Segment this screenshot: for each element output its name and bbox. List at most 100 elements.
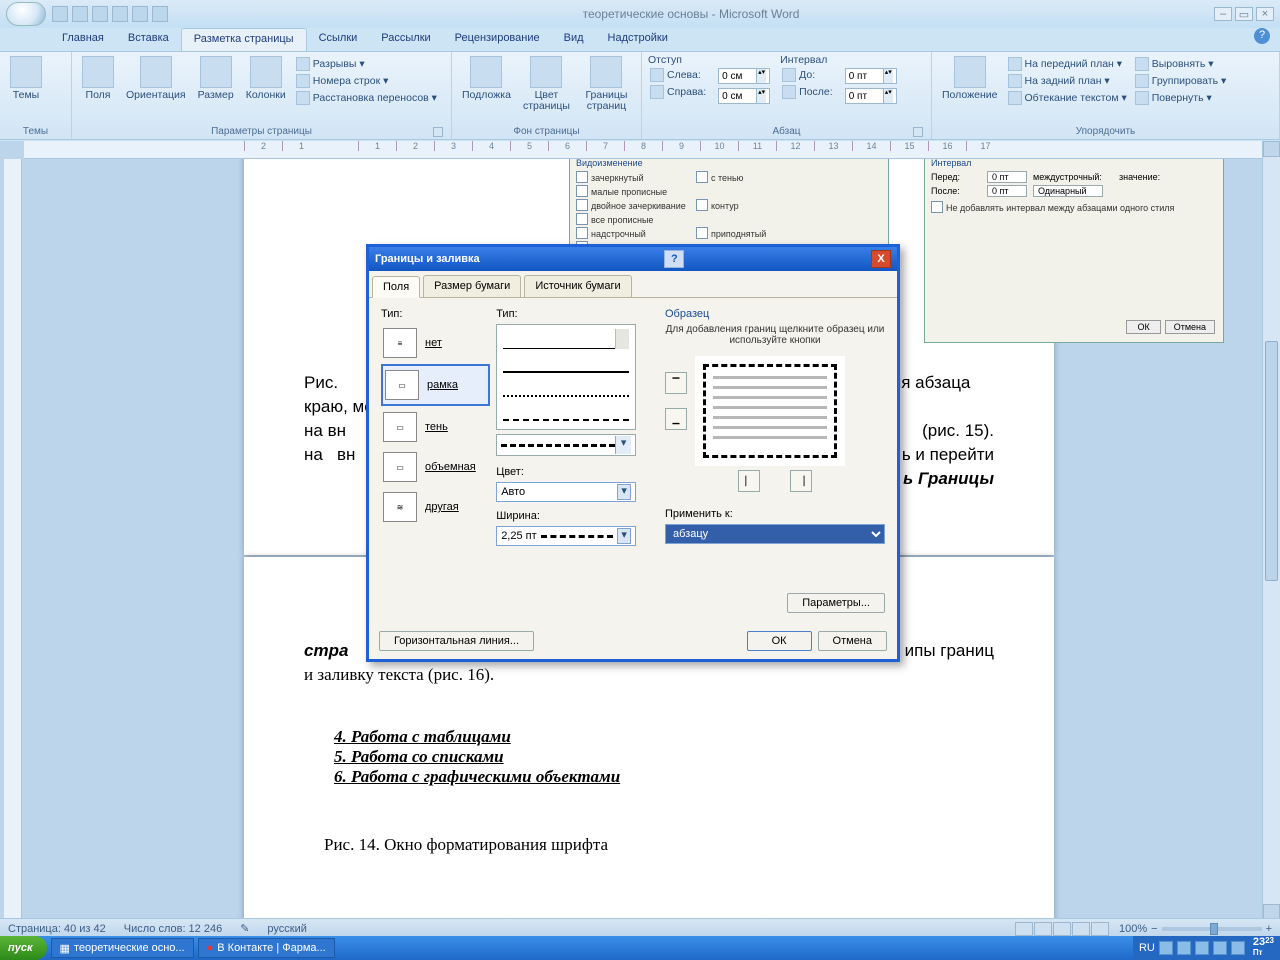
qat-print-icon[interactable] (112, 6, 128, 22)
style-scrollbar[interactable] (615, 329, 629, 349)
horizontal-ruler[interactable]: 211234567891011121314151617 (24, 141, 1280, 159)
taskbar-item-word[interactable]: ▦теоретические осно... (51, 938, 194, 958)
tab-review[interactable]: Рецензирование (443, 28, 552, 51)
bring-front-button[interactable]: На передний план ▾ (1006, 56, 1129, 72)
zoom-out-button[interactable]: − (1151, 923, 1157, 935)
tab-mailings[interactable]: Рассылки (369, 28, 442, 51)
border-type-3d[interactable]: ▭объемная (381, 448, 490, 486)
orientation-button[interactable]: Ориентация (122, 54, 190, 103)
ok-button[interactable]: ОК (747, 631, 812, 651)
size-button[interactable]: Размер (194, 54, 238, 103)
taskbar-clock[interactable]: 2323Пт (1253, 936, 1274, 960)
page-setup-launcher[interactable] (433, 127, 443, 137)
qat-save-icon[interactable] (52, 6, 68, 22)
dialog-help-icon[interactable]: ? (664, 250, 684, 268)
status-words[interactable]: Число слов: 12 246 (124, 923, 222, 935)
office-button[interactable] (6, 2, 46, 26)
indent-left-input[interactable]: 0 см▴▾ (718, 68, 770, 84)
help-icon[interactable]: ? (1254, 28, 1270, 44)
tray-icon[interactable] (1159, 941, 1173, 955)
dialog-tab-fields[interactable]: Поля (372, 276, 420, 298)
border-preview[interactable] (695, 356, 845, 466)
view-web-layout-icon[interactable] (1053, 922, 1071, 936)
line-style-selected[interactable]: ▾ (496, 434, 636, 456)
qat-preview-icon[interactable] (132, 6, 148, 22)
border-bottom-toggle[interactable]: ▁ (665, 408, 687, 430)
indent-right-row: Справа: (648, 84, 708, 100)
minimize-button[interactable]: – (1214, 7, 1232, 21)
maximize-button[interactable]: ▭ (1235, 7, 1253, 21)
indent-right-input[interactable]: 0 см▴▾ (718, 88, 770, 104)
tab-insert[interactable]: Вставка (116, 28, 181, 51)
vertical-scrollbar[interactable] (1262, 141, 1280, 920)
align-button[interactable]: Выровнять ▾ (1133, 56, 1229, 72)
zoom-level[interactable]: 100% (1119, 923, 1147, 935)
group-button[interactable]: Группировать ▾ (1133, 73, 1229, 89)
position-button[interactable]: Положение (938, 54, 1002, 103)
line-numbers-button[interactable]: Номера строк ▾ (294, 73, 439, 89)
tab-home[interactable]: Главная (50, 28, 116, 51)
none-icon: ≡ (383, 328, 417, 358)
taskbar-item-browser[interactable]: ●В Контакте | Фарма... (198, 938, 335, 958)
dialog-tab-paper-source[interactable]: Источник бумаги (524, 275, 631, 297)
border-right-toggle[interactable]: ▕ (790, 470, 812, 492)
spacing-after-input[interactable]: 0 пт▴▾ (845, 88, 897, 104)
zoom-in-button[interactable]: + (1266, 923, 1272, 935)
view-outline-icon[interactable] (1072, 922, 1090, 936)
line-style-list[interactable] (496, 324, 636, 430)
view-full-screen-icon[interactable] (1034, 922, 1052, 936)
paragraph-launcher[interactable] (913, 127, 923, 137)
view-draft-icon[interactable] (1091, 922, 1109, 936)
tray-icon[interactable] (1213, 941, 1227, 955)
tray-lang[interactable]: RU (1139, 942, 1155, 954)
apply-to-select[interactable]: абзацу (665, 524, 885, 544)
watermark-button[interactable]: Подложка (458, 54, 515, 103)
send-back-button[interactable]: На задний план ▾ (1006, 73, 1129, 89)
border-type-none[interactable]: ≡нет (381, 324, 490, 362)
spellcheck-icon[interactable]: ✎ (240, 922, 249, 935)
status-page[interactable]: Страница: 40 из 42 (8, 923, 106, 935)
border-type-box[interactable]: ▭рамка (381, 364, 490, 406)
page-borders-button[interactable]: Границы страниц (578, 54, 635, 114)
dialog-titlebar[interactable]: Границы и заливка ? X (369, 247, 897, 271)
horizontal-line-button[interactable]: Горизонтальная линия... (379, 631, 534, 651)
tray-icon[interactable] (1195, 941, 1209, 955)
border-top-toggle[interactable]: ▔ (665, 372, 687, 394)
dialog-tab-paper-size[interactable]: Размер бумаги (423, 275, 521, 297)
dialog-close-button[interactable]: X (871, 250, 891, 268)
margins-button[interactable]: Поля (78, 54, 118, 103)
scroll-up-icon[interactable] (1263, 141, 1280, 157)
status-language[interactable]: русский (267, 923, 306, 935)
tab-addins[interactable]: Надстройки (596, 28, 680, 51)
zoom-slider[interactable] (1162, 927, 1262, 931)
scroll-thumb[interactable] (1265, 341, 1278, 581)
tray-icon[interactable] (1231, 941, 1245, 955)
qat-undo-icon[interactable] (72, 6, 88, 22)
border-left-toggle[interactable]: ▏ (738, 470, 760, 492)
hyphenation-button[interactable]: Расстановка переносов ▾ (294, 90, 439, 106)
cancel-button[interactable]: Отмена (818, 631, 887, 651)
width-combo[interactable]: 2,25 пт▾ (496, 526, 636, 546)
indent-left-row: Слева: (648, 67, 708, 83)
breaks-button[interactable]: Разрывы ▾ (294, 56, 439, 72)
start-button[interactable]: пуск (0, 936, 47, 960)
vertical-ruler[interactable] (4, 159, 22, 920)
border-type-shadow[interactable]: ▭тень (381, 408, 490, 446)
rotate-button[interactable]: Повернуть ▾ (1133, 90, 1229, 106)
tab-view[interactable]: Вид (552, 28, 596, 51)
tab-references[interactable]: Ссылки (307, 28, 370, 51)
columns-button[interactable]: Колонки (242, 54, 290, 103)
border-type-custom[interactable]: ≋другая (381, 488, 490, 526)
qat-redo-icon[interactable] (92, 6, 108, 22)
themes-button[interactable]: Темы (6, 54, 46, 103)
color-combo[interactable]: Авто▾ (496, 482, 636, 502)
tray-icon[interactable] (1177, 941, 1191, 955)
parameters-button[interactable]: Параметры... (787, 593, 885, 613)
view-print-layout-icon[interactable] (1015, 922, 1033, 936)
tab-page-layout[interactable]: Разметка страницы (181, 28, 307, 51)
close-button[interactable]: × (1256, 7, 1274, 21)
qat-more-icon[interactable] (152, 6, 168, 22)
text-wrap-button[interactable]: Обтекание текстом ▾ (1006, 90, 1129, 106)
spacing-before-input[interactable]: 0 пт▴▾ (845, 68, 897, 84)
page-color-button[interactable]: Цвет страницы (519, 54, 574, 114)
